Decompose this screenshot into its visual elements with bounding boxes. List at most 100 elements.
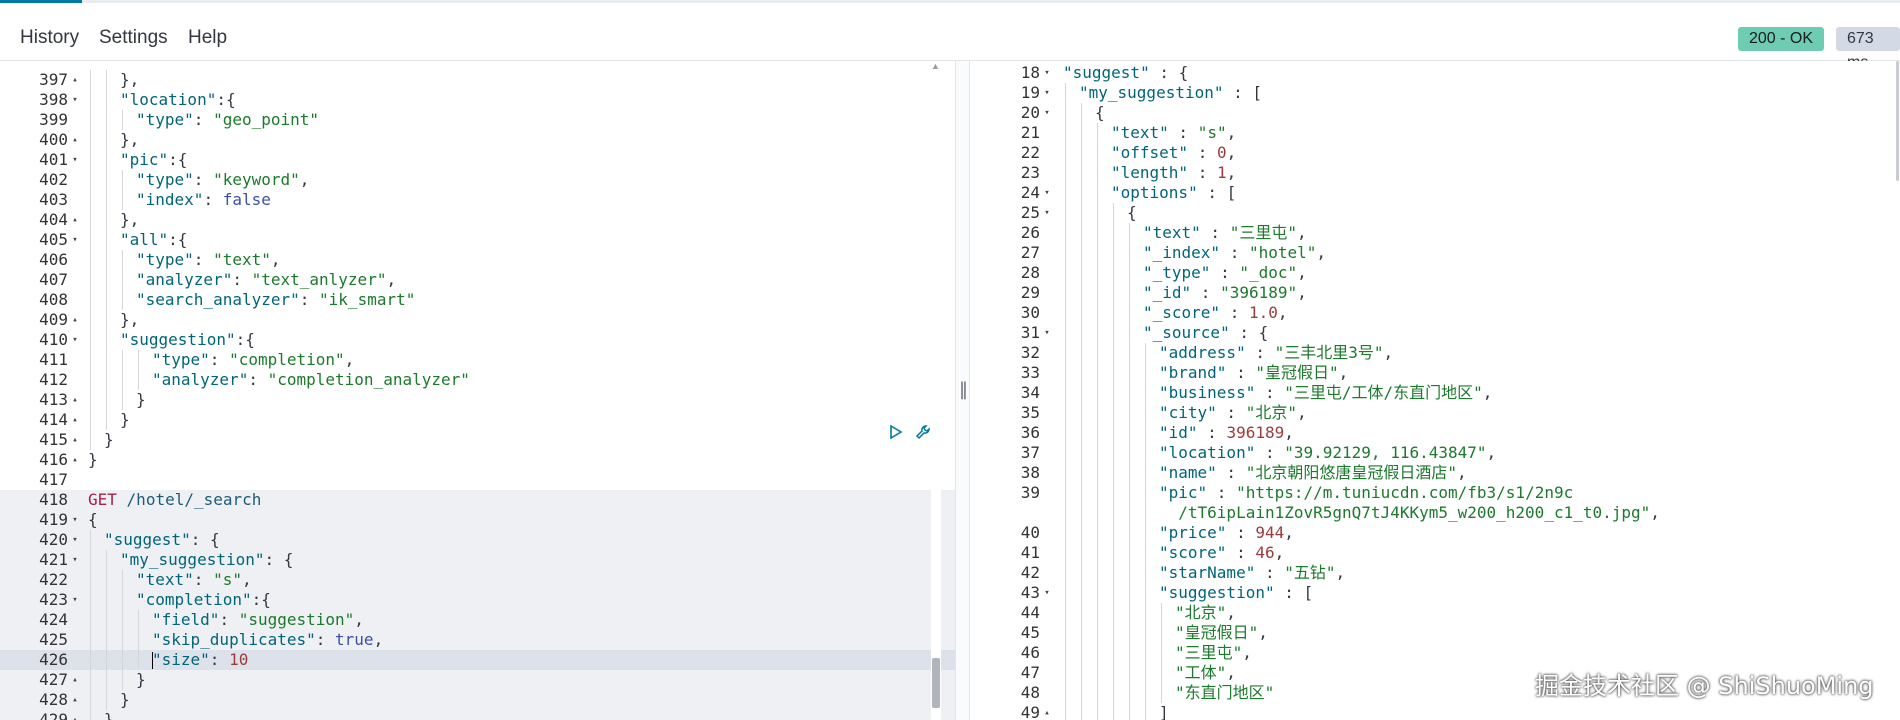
fold-expand-icon[interactable]: ▾ [1042,103,1052,123]
code-line[interactable]: 407 "analyzer": "text_anlyzer", [0,270,955,290]
fold-expand-icon[interactable]: ▾ [1042,323,1052,343]
code-text[interactable]: "location":{ [88,90,236,110]
code-line[interactable]: 405 ▾ "all":{ [0,230,955,250]
code-text[interactable]: }, [88,210,139,230]
code-line[interactable]: 428 ▴} [0,690,955,710]
fold-expand-icon[interactable]: ▾ [70,90,80,110]
code-text[interactable]: "type": "text", [88,250,281,270]
code-text[interactable]: "type": "geo_point" [88,110,319,130]
fold-collapse-icon[interactable]: ▴ [70,450,80,470]
code-text[interactable]: "index": false [88,190,271,210]
code-text[interactable]: "field": "suggestion", [88,610,364,630]
fold-expand-icon[interactable]: ▾ [1042,183,1052,203]
code-line[interactable]: 412 "analyzer": "completion_analyzer" [0,370,955,390]
code-line[interactable]: 429 ▴} [0,710,955,720]
code-text[interactable]: } [88,410,130,430]
code-text[interactable]: } [88,390,146,410]
code-line[interactable]: 401 ▾ "pic":{ [0,150,955,170]
code-text[interactable]: } [88,670,146,690]
code-line[interactable]: 403 "index": false [0,190,955,210]
code-line[interactable]: 410 ▾ "suggestion":{ [0,330,955,350]
drag-handle-icon[interactable]: ‖ [959,379,968,400]
code-text[interactable]: "suggest": { [88,530,220,550]
settings-menu[interactable]: Settings [99,27,168,49]
code-text[interactable]: "completion":{ [88,590,271,610]
code-line[interactable]: 415 ▴} [0,430,955,450]
code-text[interactable]: }, [88,130,139,150]
editor-scrollbar[interactable]: ▲ [931,61,941,720]
code-line[interactable]: 409 ▴}, [0,310,955,330]
code-line[interactable]: 422 "text": "s", [0,570,955,590]
code-line[interactable]: 411 "type": "completion", [0,350,955,370]
fold-collapse-icon[interactable]: ▴ [70,710,80,720]
code-text[interactable]: }, [88,70,139,90]
fold-expand-icon[interactable]: ▾ [1042,63,1052,83]
fold-collapse-icon[interactable]: ▴ [70,670,80,690]
fold-expand-icon[interactable]: ▾ [70,530,80,550]
code-line[interactable]: 413 ▴} [0,390,955,410]
code-text[interactable]: "type": "completion", [88,350,354,370]
code-text[interactable]: "size": 10 [88,650,248,670]
code-line[interactable]: 423 ▾ "completion":{ [0,590,955,610]
code-text[interactable]: "search_analyzer": "ik_smart" [88,290,415,310]
wrench-icon[interactable] [914,424,934,444]
history-menu[interactable]: History [20,27,79,49]
editor-scroll-thumb[interactable] [932,658,940,708]
fold-expand-icon[interactable]: ▾ [1042,583,1052,603]
fold-collapse-icon[interactable]: ▴ [70,70,80,90]
fold-expand-icon[interactable]: ▾ [1042,203,1052,223]
fold-expand-icon[interactable]: ▾ [70,510,80,530]
code-text[interactable]: "all":{ [88,230,187,250]
response-scroll-thumb[interactable] [1896,61,1899,181]
code-text[interactable]: GET /hotel/_search [88,490,261,510]
fold-expand-icon[interactable]: ▾ [70,330,80,350]
pane-resize-handle[interactable]: ‖ [955,61,970,720]
code-line[interactable]: 414 ▴} [0,410,955,430]
code-text[interactable]: } [88,690,130,710]
code-line[interactable]: 419 ▾{ [0,510,955,530]
code-text[interactable]: "skip_duplicates": true, [88,630,383,650]
code-line[interactable]: 397 ▴}, [0,70,955,90]
fold-collapse-icon[interactable]: ▴ [70,310,80,330]
help-menu[interactable]: Help [188,27,227,49]
code-line[interactable]: 424 "field": "suggestion", [0,610,955,630]
code-line[interactable]: 399 "type": "geo_point" [0,110,955,130]
play-icon[interactable] [886,424,906,444]
fold-collapse-icon[interactable]: ▴ [1042,703,1052,720]
code-text[interactable]: }, [88,310,139,330]
code-text[interactable]: "analyzer": "completion_analyzer" [88,370,470,390]
code-line[interactable]: 425 "skip_duplicates": true, [0,630,955,650]
fold-collapse-icon[interactable]: ▴ [70,690,80,710]
fold-collapse-icon[interactable]: ▴ [70,130,80,150]
code-text[interactable]: "pic":{ [88,150,187,170]
code-text[interactable]: "text": "s", [88,570,252,590]
response-scrollbar[interactable] [1890,61,1900,720]
fold-collapse-icon[interactable]: ▴ [70,430,80,450]
fold-expand-icon[interactable]: ▾ [70,230,80,250]
code-text[interactable]: "suggestion":{ [88,330,255,350]
code-line[interactable]: 417 [0,470,955,490]
fold-expand-icon[interactable]: ▾ [1042,83,1052,103]
code-text[interactable]: } [88,450,98,470]
code-text[interactable]: "my_suggestion": { [88,550,293,570]
code-text[interactable]: } [88,430,114,450]
code-line[interactable]: 420 ▾ "suggest": { [0,530,955,550]
request-code[interactable]: 397 ▴}, 398 ▾ "location":{399 "type": "geo_po… [0,61,955,720]
code-text[interactable]: "analyzer": "text_anlyzer", [88,270,396,290]
code-line[interactable]: 421 ▾ "my_suggestion": { [0,550,955,570]
fold-collapse-icon[interactable]: ▴ [70,410,80,430]
code-line[interactable]: 426 "size": 10 [0,650,955,670]
code-text[interactable]: "type": "keyword", [88,170,309,190]
code-line[interactable]: 404 ▴}, [0,210,955,230]
fold-collapse-icon[interactable]: ▴ [70,390,80,410]
scroll-up-icon[interactable]: ▲ [931,61,940,71]
code-line[interactable]: 400 ▴}, [0,130,955,150]
code-line[interactable]: 427 ▴} [0,670,955,690]
fold-expand-icon[interactable]: ▾ [70,150,80,170]
code-line[interactable]: 418 GET /hotel/_search [0,490,955,510]
code-text[interactable]: } [88,710,114,720]
code-text[interactable]: { [88,510,98,530]
code-line[interactable]: 398 ▾ "location":{ [0,90,955,110]
code-line[interactable]: 406 "type": "text", [0,250,955,270]
fold-collapse-icon[interactable]: ▴ [70,210,80,230]
